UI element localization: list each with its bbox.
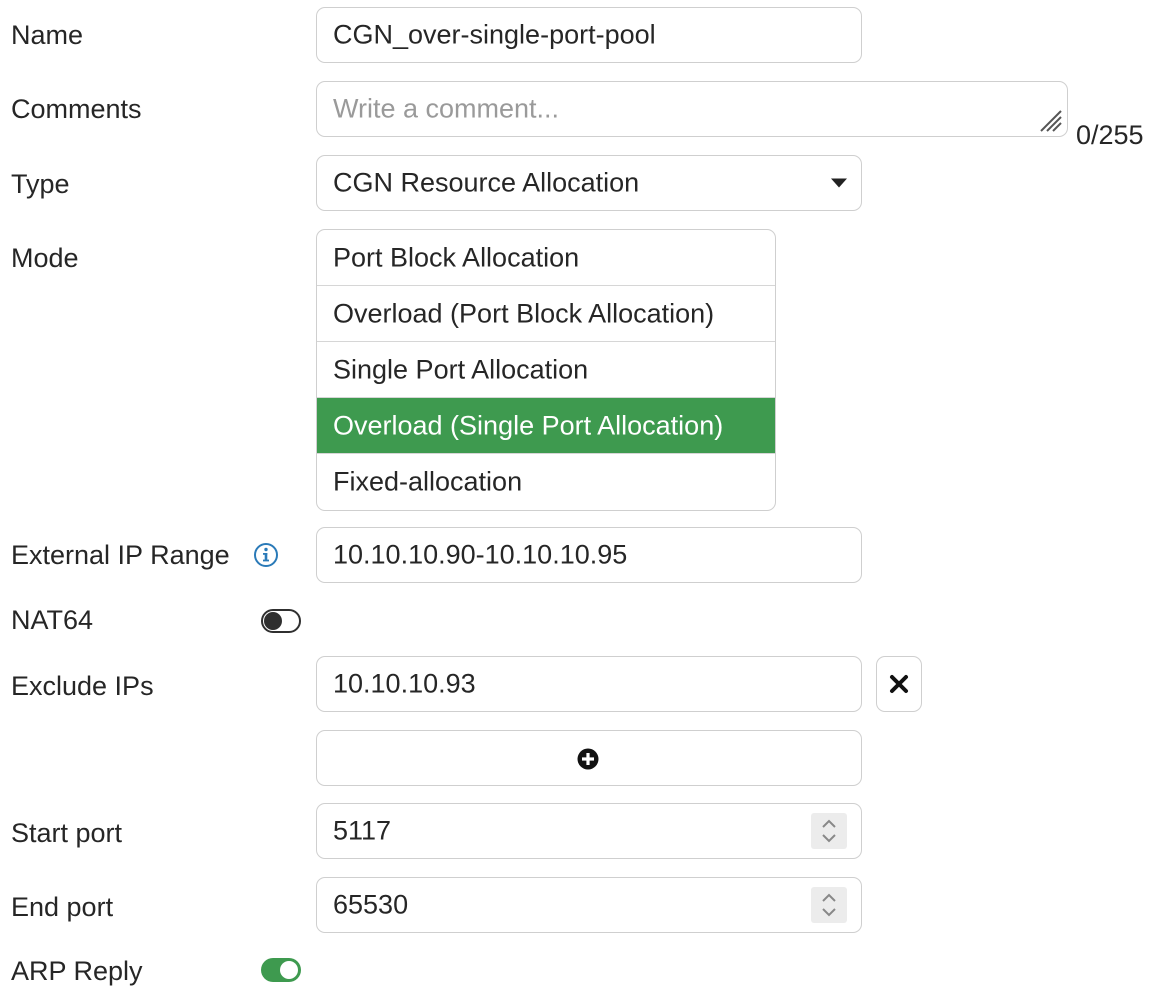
external-ip-range-input[interactable]: 10.10.10.90-10.10.10.95 xyxy=(316,527,862,583)
external-ip-range-label: External IP Range xyxy=(11,540,230,570)
mode-option-single-port-allocation[interactable]: Single Port Allocation xyxy=(317,342,775,398)
type-label: Type xyxy=(11,169,70,199)
end-port-value: 65530 xyxy=(333,889,409,920)
start-port-spinner-icon[interactable] xyxy=(811,813,847,849)
comments-placeholder: Write a comment... xyxy=(333,93,560,124)
mode-label: Mode xyxy=(11,243,79,273)
nat64-toggle-knob xyxy=(264,612,282,630)
type-select-value: CGN Resource Allocation xyxy=(333,167,640,198)
name-input-value: CGN_over-single-port-pool xyxy=(333,19,656,50)
remove-exclude-ip-button[interactable] xyxy=(876,656,922,712)
end-port-spinner-icon[interactable] xyxy=(811,887,847,923)
arp-reply-toggle[interactable] xyxy=(261,958,301,982)
close-icon xyxy=(890,675,908,693)
exclude-ip-input[interactable]: 10.10.10.93 xyxy=(316,656,862,712)
plus-circle-icon xyxy=(577,748,599,770)
add-exclude-ip-button[interactable] xyxy=(316,730,862,786)
type-select[interactable]: CGN Resource Allocation xyxy=(316,155,862,211)
start-port-label: Start port xyxy=(11,818,123,848)
end-port-input[interactable]: 65530 xyxy=(316,877,862,933)
external-ip-range-value: 10.10.10.90-10.10.10.95 xyxy=(333,539,628,570)
mode-option-overload-single-port-allocation[interactable]: Overload (Single Port Allocation) xyxy=(317,398,775,454)
caret-down-icon xyxy=(831,178,847,188)
start-port-input[interactable]: 5117 xyxy=(316,803,862,859)
name-input[interactable]: CGN_over-single-port-pool xyxy=(316,7,862,63)
nat64-label: NAT64 xyxy=(11,605,94,635)
exclude-ip-value: 10.10.10.93 xyxy=(333,668,476,699)
mode-option-fixed-allocation[interactable]: Fixed-allocation xyxy=(317,454,775,510)
name-label: Name xyxy=(11,20,84,50)
start-port-value: 5117 xyxy=(333,815,392,846)
nat64-toggle[interactable] xyxy=(261,609,301,633)
arp-reply-toggle-knob xyxy=(280,961,298,979)
end-port-label: End port xyxy=(11,892,114,922)
exclude-ips-label: Exclude IPs xyxy=(11,671,154,701)
arp-reply-label: ARP Reply xyxy=(11,956,143,986)
mode-listbox: Port Block Allocation Overload (Port Blo… xyxy=(316,229,776,511)
mode-option-port-block-allocation[interactable]: Port Block Allocation xyxy=(317,230,775,286)
resize-grip-icon[interactable] xyxy=(1037,107,1063,133)
comments-label: Comments xyxy=(11,94,142,124)
comments-textarea[interactable]: Write a comment... xyxy=(316,81,1068,137)
info-icon[interactable] xyxy=(253,542,279,568)
comments-counter: 0/255 xyxy=(1076,120,1144,150)
mode-option-overload-port-block-allocation[interactable]: Overload (Port Block Allocation) xyxy=(317,286,775,342)
